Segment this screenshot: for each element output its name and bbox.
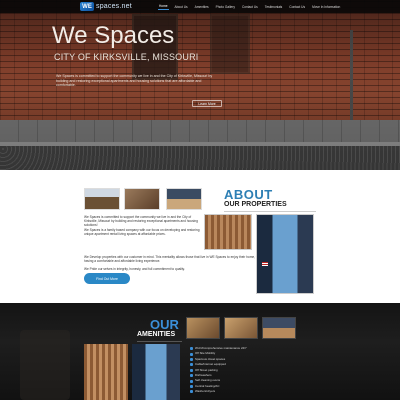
divider <box>224 211 316 212</box>
main-nav: Home About Us Amenities Photo Gallery Co… <box>158 0 341 13</box>
amenity-thumbnail[interactable] <box>262 317 296 339</box>
check-icon <box>190 363 193 367</box>
property-thumbnail[interactable] <box>124 188 160 210</box>
logo-text: spaces.net <box>96 3 132 10</box>
about-paragraph: We Develop properties with our customer … <box>84 255 264 264</box>
site-logo[interactable]: WE spaces.net <box>80 1 132 12</box>
interior-staircase-photo <box>204 214 252 250</box>
about-title: ABOUT <box>224 187 273 202</box>
background-chair <box>20 330 70 400</box>
window-view-photo <box>132 344 180 400</box>
amenities-subtitle: AMENITIES <box>137 331 176 338</box>
nav-about-us[interactable]: About Us <box>174 4 189 10</box>
interior-staircase-photo <box>84 344 128 400</box>
amenities-list: Wi-Fi/Comprehensive maintenance 24/7 Off… <box>190 346 247 395</box>
about-paragraph: We Pride our selves in integrity, honest… <box>84 267 185 271</box>
nav-move-in-information[interactable]: Move In Information <box>311 4 341 10</box>
amenities-title: OUR <box>150 317 179 332</box>
top-navigation-bar: WE spaces.net Home About Us Amenities Ph… <box>0 0 400 13</box>
nav-amenities[interactable]: Amenities <box>194 4 210 10</box>
nav-contact-us-2[interactable]: Contact Us <box>288 4 306 10</box>
hero-title: We Spaces <box>52 22 175 49</box>
amenity-thumbnail[interactable] <box>224 317 258 339</box>
hero-description: We Spaces is committed to support the co… <box>56 74 213 88</box>
window-view-photo <box>256 214 314 294</box>
check-icon <box>190 347 193 351</box>
about-paragraph: We Spaces is a family based company with… <box>84 228 200 237</box>
property-thumbnail[interactable] <box>166 188 202 210</box>
check-icon <box>190 352 193 356</box>
nav-contact-us[interactable]: Contact Us <box>241 4 259 10</box>
check-icon <box>190 385 193 389</box>
hero-learn-more-button[interactable]: Learn More <box>192 100 222 107</box>
check-icon <box>190 379 193 383</box>
hero-subtitle: CITY OF KIRKSVILLE, MISSOURI <box>54 52 199 62</box>
flag-icon <box>262 262 268 266</box>
check-icon <box>190 368 193 372</box>
check-icon <box>190 390 193 394</box>
divider <box>137 341 182 342</box>
hero-banner: We Spaces CITY OF KIRKSVILLE, MISSOURI W… <box>0 0 400 170</box>
nav-testimonials[interactable]: Testimonials <box>264 4 284 10</box>
check-icon <box>190 374 193 378</box>
find-out-more-button[interactable]: Find Out More <box>84 273 130 284</box>
check-icon <box>190 358 193 362</box>
about-subtitle: OUR PROPERTIES <box>224 201 287 208</box>
amenity-thumbnail[interactable] <box>186 317 220 339</box>
nav-photo-gallery[interactable]: Photo Gallery <box>215 4 236 10</box>
list-item: Washers/dryers <box>190 389 247 394</box>
logo-mark: WE <box>80 2 94 11</box>
nav-home[interactable]: Home <box>158 3 169 10</box>
about-paragraph: We Spaces is committed to support the co… <box>84 215 198 228</box>
property-thumbnail[interactable] <box>84 188 120 210</box>
